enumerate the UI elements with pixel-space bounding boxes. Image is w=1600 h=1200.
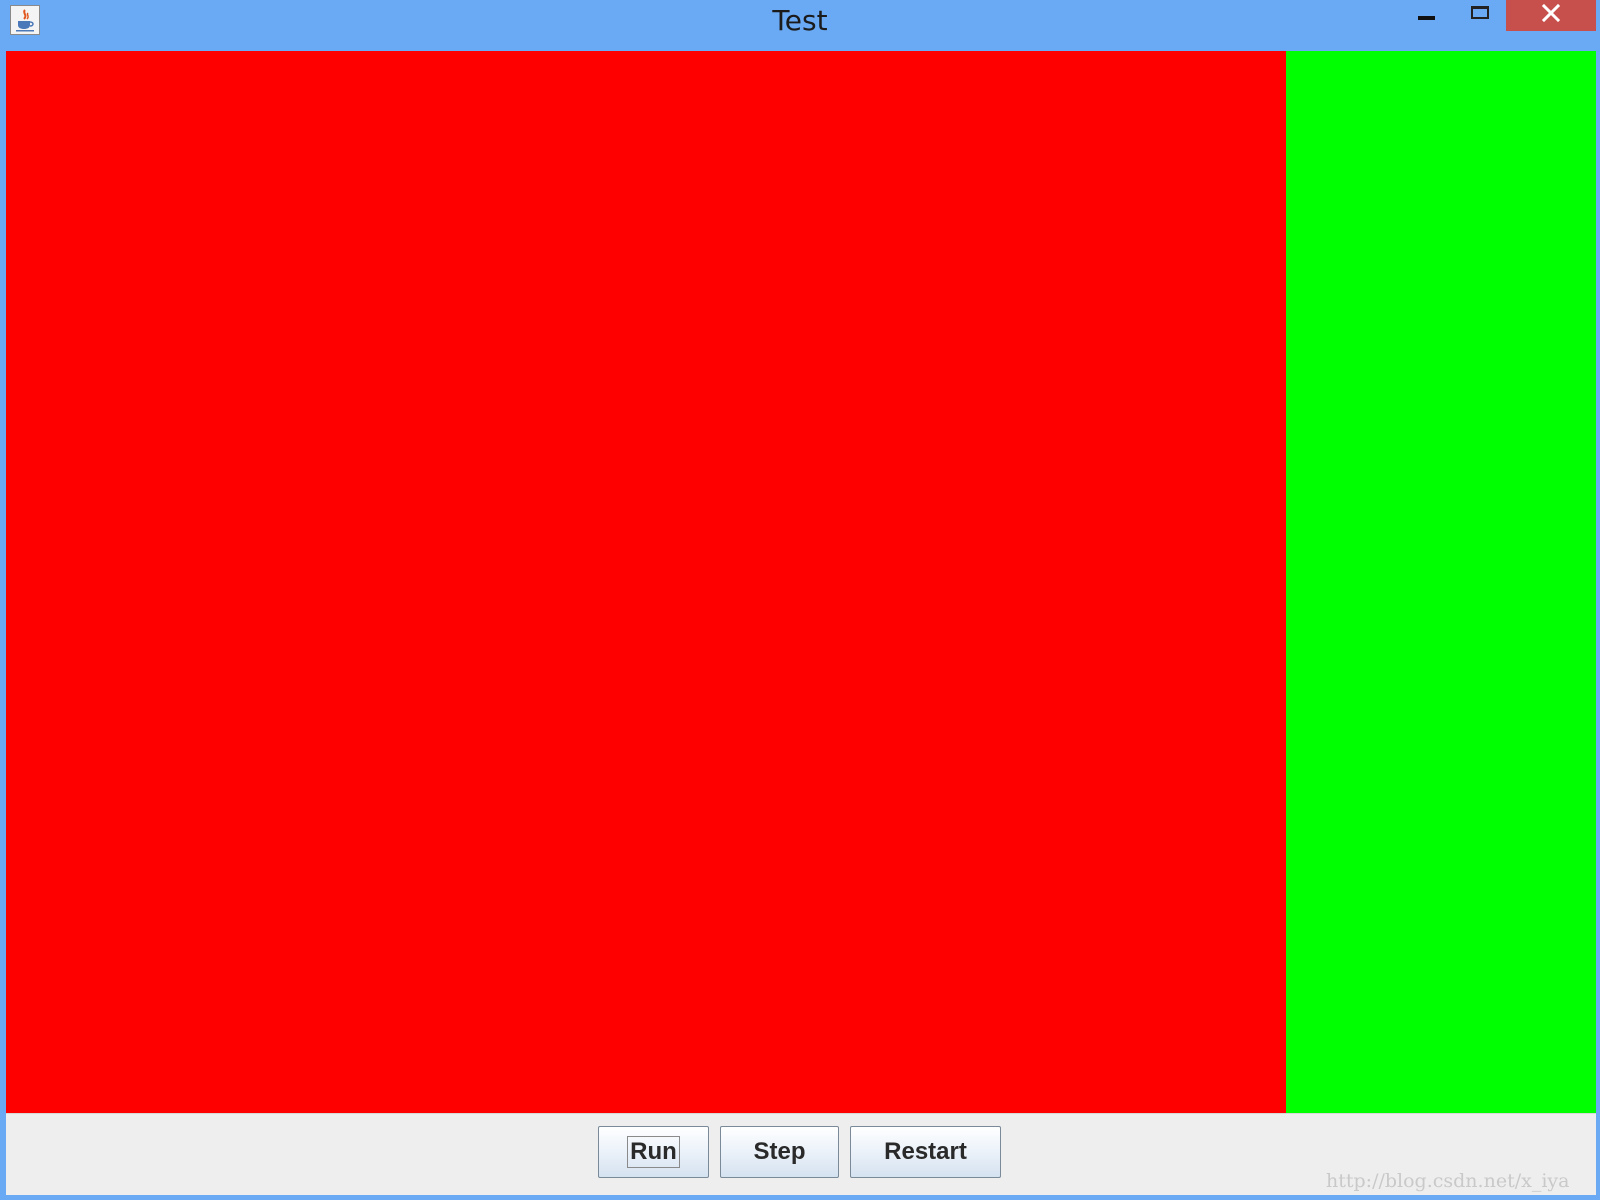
title-bar[interactable]: Test — [0, 0, 1600, 51]
watermark: http://blog.csdn.net/x_iya — [1326, 1170, 1570, 1192]
app-window: Test Run Step Restart http://blog.csdn.n… — [0, 0, 1600, 1200]
run-button[interactable]: Run — [598, 1126, 709, 1178]
close-icon — [1542, 3, 1560, 22]
restart-button[interactable]: Restart — [850, 1126, 1001, 1178]
maximize-button[interactable] — [1456, 0, 1504, 31]
close-button[interactable] — [1506, 0, 1596, 31]
run-button-label: Run — [627, 1136, 680, 1168]
content-pane: Run Step Restart — [6, 51, 1596, 1195]
minimize-icon — [1417, 15, 1435, 20]
minimize-button[interactable] — [1402, 0, 1450, 31]
green-panel — [1286, 51, 1596, 1113]
restart-button-label: Restart — [884, 1138, 967, 1165]
window-title: Test — [772, 4, 828, 37]
step-button-label: Step — [753, 1138, 806, 1165]
red-panel — [6, 51, 1286, 1113]
step-button[interactable]: Step — [720, 1126, 839, 1178]
maximize-icon — [1471, 6, 1489, 19]
